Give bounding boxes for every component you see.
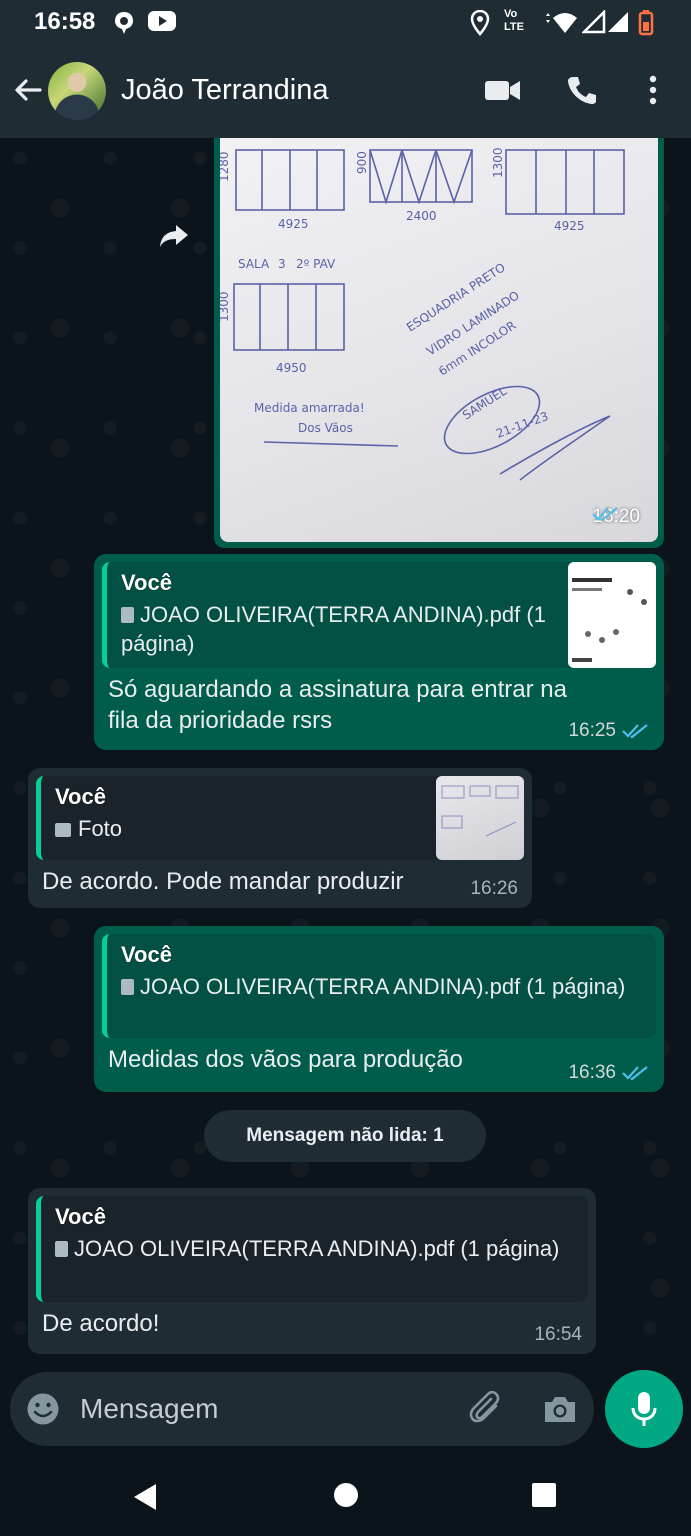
back-arrow-icon[interactable] — [12, 74, 44, 106]
contact-name[interactable]: João Terrandina — [121, 74, 328, 107]
pdf-thumbnail-art — [572, 578, 647, 662]
message-time: 16:54 — [534, 1324, 582, 1345]
sketch-label-17: Medida amarrada! — [254, 401, 365, 415]
sketch-label-6: 4925 — [554, 219, 585, 233]
camera-icon[interactable] — [542, 1394, 578, 1424]
quoted-reply[interactable]: Você JOAO OLIVEIRA(TERRA ANDINA).pdf (1 … — [102, 934, 656, 1038]
signal-icon-1 — [582, 10, 606, 34]
read-ticks-icon — [622, 1066, 648, 1081]
photo-icon — [55, 823, 71, 837]
wifi-icon — [546, 13, 577, 33]
chat-area[interactable]: 1280 4925 900 2400 1300 4925 SALA 3 2º P… — [0, 138, 691, 1370]
document-icon — [121, 607, 134, 623]
sketch-label-11: 4950 — [276, 361, 307, 375]
sketch-label-16: 21-11-23 — [494, 409, 550, 441]
system-nav-bar — [0, 1456, 691, 1536]
message-time: 16:25 — [568, 720, 616, 741]
message-outgoing-2[interactable]: Você JOAO OLIVEIRA(TERRA ANDINA).pdf (1 … — [94, 926, 664, 1092]
nav-recents-icon[interactable] — [531, 1482, 557, 1508]
message-text: De acordo! — [42, 1310, 160, 1337]
message-incoming-2[interactable]: Você JOAO OLIVEIRA(TERRA ANDINA).pdf (1 … — [28, 1188, 596, 1354]
quote-filename: JOAO OLIVEIRA(TERRA ANDINA).pdf (1 págin… — [74, 1236, 560, 1261]
message-time: 16:26 — [470, 878, 518, 899]
status-time: 16:58 — [34, 8, 96, 35]
message-input[interactable] — [80, 1386, 450, 1432]
quote-photo-label: Foto — [78, 816, 123, 841]
quote-author: Você — [121, 570, 172, 595]
photo-thumbnail — [436, 776, 524, 860]
sketch-label-10: 1300 — [220, 291, 231, 322]
message-composer — [10, 1372, 594, 1446]
image-message[interactable]: 1280 4925 900 2400 1300 4925 SALA 3 2º P… — [214, 138, 664, 548]
quote-filename: JOAO OLIVEIRA(TERRA ANDINA).pdf (1 págin… — [140, 974, 626, 999]
sketch-label-2: 4925 — [278, 217, 309, 231]
video-call-icon[interactable] — [484, 74, 522, 106]
read-ticks-icon — [622, 724, 648, 739]
message-meta: 16:26 — [470, 878, 518, 900]
sketch-label-12: ESQUADRIA PRETO — [404, 260, 508, 334]
sketch-label-3: 900 — [355, 151, 369, 174]
message-outgoing-1[interactable]: Você JOAO OLIVEIRA(TERRA ANDINA).pdf (1 … — [94, 554, 664, 750]
unread-divider: Mensagem não lida: 1 — [204, 1110, 486, 1162]
sketch-label-7: SALA — [238, 257, 270, 271]
sketch-label-5: 1300 — [491, 147, 505, 178]
message-meta: 16:54 — [534, 1324, 582, 1346]
emoji-icon[interactable] — [26, 1392, 60, 1426]
quote-text: JOAO OLIVEIRA(TERRA ANDINA).pdf (1 págin… — [121, 972, 646, 1001]
whiteboard-sketch: 1280 4925 900 2400 1300 4925 SALA 3 2º P… — [220, 147, 625, 481]
forward-icon[interactable] — [158, 222, 190, 250]
signal-icon-2 — [608, 12, 628, 32]
sketch-label-4: 2400 — [406, 209, 437, 223]
youtube-icon — [148, 11, 176, 31]
battery-icon — [638, 10, 654, 36]
volte-bottom: LTE — [504, 21, 524, 33]
quoted-reply[interactable]: Você JOAO OLIVEIRA(TERRA ANDINA).pdf (1 … — [102, 562, 656, 668]
quote-filename: JOAO OLIVEIRA(TERRA ANDINA).pdf (1 págin… — [121, 602, 546, 656]
message-time: 16:36 — [568, 1062, 616, 1083]
document-icon — [55, 1241, 68, 1257]
volte-indicator: Vo LTE — [504, 8, 534, 34]
volte-top: Vo — [504, 8, 518, 20]
quote-text: JOAO OLIVEIRA(TERRA ANDINA).pdf (1 págin… — [55, 1234, 578, 1263]
voice-call-icon[interactable] — [566, 74, 598, 106]
whiteboard-photo[interactable]: 1280 4925 900 2400 1300 4925 SALA 3 2º P… — [220, 138, 658, 542]
message-meta: 16:25 — [568, 720, 648, 742]
quote-author: Você — [121, 942, 172, 967]
top-bar: 16:58 Vo LTE João Terrandina — [0, 0, 691, 138]
notification-icon — [115, 12, 133, 34]
quote-author: Você — [55, 1204, 106, 1229]
mic-button[interactable] — [605, 1370, 683, 1448]
document-icon — [121, 979, 134, 995]
sketch-label-15: SAMUEL — [460, 384, 509, 423]
message-incoming-1[interactable]: Você Foto De acordo. Pode mandar produzi… — [28, 768, 532, 908]
attach-icon[interactable] — [468, 1390, 506, 1428]
status-bar: 16:58 Vo LTE — [0, 0, 691, 46]
read-ticks-icon — [592, 507, 619, 522]
message-text: De acordo. Pode mandar produzir — [42, 868, 404, 895]
nav-back-icon[interactable] — [132, 1482, 158, 1512]
sketch-label-18: Dos Vãos — [298, 421, 353, 435]
pdf-thumbnail — [568, 562, 656, 668]
sketch-label-1: 1280 — [220, 151, 231, 182]
location-icon — [470, 10, 490, 36]
more-options-icon[interactable] — [648, 74, 658, 106]
chat-header: João Terrandina — [0, 46, 691, 138]
image-timestamp: 16:20 — [592, 506, 640, 528]
message-meta: 16:36 — [568, 1062, 648, 1084]
quote-text: JOAO OLIVEIRA(TERRA ANDINA).pdf (1 págin… — [121, 600, 556, 658]
sketch-label-8: 3 — [278, 257, 286, 271]
sketch-label-9: 2º PAV — [296, 257, 336, 271]
microphone-icon — [631, 1392, 657, 1426]
quoted-reply[interactable]: Você JOAO OLIVEIRA(TERRA ANDINA).pdf (1 … — [36, 1196, 588, 1302]
photo-thumbnail-art — [441, 785, 519, 837]
quoted-reply[interactable]: Você Foto — [36, 776, 524, 860]
nav-home-icon[interactable] — [333, 1482, 359, 1508]
contact-avatar[interactable] — [48, 62, 106, 120]
